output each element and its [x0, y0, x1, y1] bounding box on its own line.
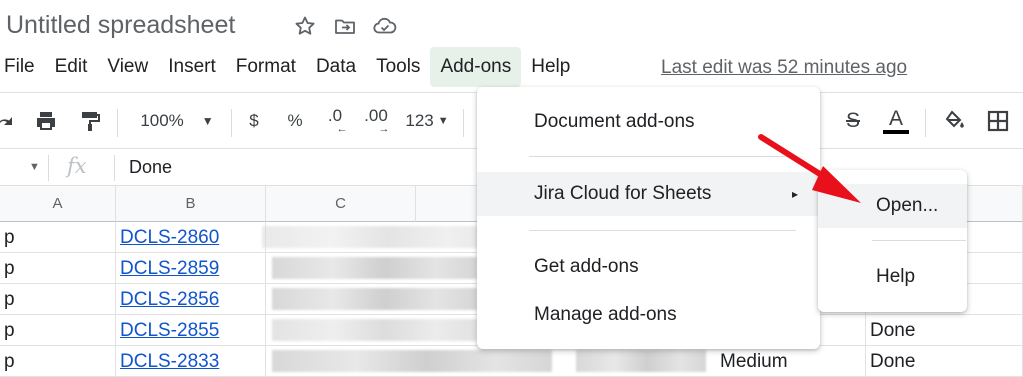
star-icon[interactable]	[291, 12, 319, 40]
cell-b[interactable]: DCLS-2860	[116, 222, 266, 253]
menu-file[interactable]: File	[0, 47, 45, 87]
redacted-text	[272, 288, 477, 310]
title-icons	[291, 12, 399, 40]
move-to-folder-icon[interactable]	[331, 12, 359, 40]
text-color-label: A	[888, 107, 903, 130]
borders-icon[interactable]	[985, 107, 1011, 135]
cell-a[interactable]: p	[0, 222, 116, 253]
arrow-left-icon: ←	[336, 123, 348, 135]
cell-e[interactable]: Medium	[716, 346, 866, 377]
redacted-text	[272, 350, 552, 372]
redacted-text	[262, 226, 492, 248]
chevron-down-icon: ▼	[437, 115, 449, 127]
menu-help[interactable]: Help	[521, 47, 580, 87]
name-box-chevron-icon[interactable]: ▼	[29, 161, 40, 173]
redo-icon[interactable]	[0, 107, 18, 135]
zoom-select[interactable]: 100% ▼	[132, 107, 222, 135]
submenu-arrow-icon: ▸	[791, 187, 798, 201]
menu-format[interactable]: Format	[226, 47, 306, 87]
print-icon[interactable]	[32, 107, 60, 135]
cell-a[interactable]: p	[0, 253, 116, 284]
paint-format-icon[interactable]	[76, 107, 104, 135]
decrease-decimal-button[interactable]: .0 ←	[322, 107, 348, 135]
fill-color-icon[interactable]	[942, 107, 968, 135]
menu-item-jira-cloud[interactable]: Jira Cloud for Sheets ▸	[477, 172, 820, 216]
document-title[interactable]: Untitled spreadsheet	[6, 11, 235, 40]
more-formats-label: 123	[405, 111, 434, 130]
cell-f[interactable]: Done	[866, 346, 1023, 377]
formula-bar-separator	[114, 155, 115, 181]
column-header-c[interactable]: C	[266, 186, 416, 222]
cloud-status-icon[interactable]	[371, 12, 399, 40]
menu-divider	[529, 156, 796, 157]
menu-divider	[872, 240, 966, 241]
issue-link[interactable]: DCLS-2833	[120, 351, 219, 372]
issue-link[interactable]: DCLS-2860	[120, 227, 219, 248]
addons-menu: Document add-ons Jira Cloud for Sheets ▸…	[477, 87, 820, 349]
menu-view[interactable]: View	[97, 47, 158, 87]
column-header-b[interactable]: B	[116, 186, 266, 222]
menu-tools[interactable]: Tools	[366, 47, 430, 87]
increase-decimal-button[interactable]: .00 →	[361, 107, 391, 135]
menu-data[interactable]: Data	[306, 47, 366, 87]
fx-icon: fx	[67, 154, 87, 178]
jira-submenu: Open... Help	[818, 170, 967, 312]
chevron-down-icon: ▼	[201, 114, 214, 128]
menu-divider	[529, 230, 796, 231]
increase-decimal-label: .00	[364, 106, 388, 125]
toolbar-separator	[463, 109, 464, 137]
cell-b[interactable]: DCLS-2859	[116, 253, 266, 284]
currency-button[interactable]: $	[244, 107, 264, 135]
formula-input[interactable]: Done	[129, 157, 172, 178]
cell-b[interactable]: DCLS-2855	[116, 315, 266, 346]
redacted-text	[576, 350, 706, 372]
menu-edit[interactable]: Edit	[45, 47, 98, 87]
text-color-swatch	[883, 130, 909, 134]
percent-button[interactable]: %	[284, 107, 306, 135]
cell-f[interactable]: Done	[866, 315, 1023, 346]
cell-a[interactable]: p	[0, 315, 116, 346]
arrow-right-icon: →	[378, 123, 390, 135]
decrease-decimal-label: .0	[327, 106, 343, 125]
menu-addons[interactable]: Add-ons	[430, 47, 522, 87]
column-header-a[interactable]: A	[0, 186, 116, 222]
redacted-text	[272, 257, 477, 279]
last-edit-link[interactable]: Last edit was 52 minutes ago	[661, 57, 907, 79]
table-row: p DCLS-2833 Medium Done	[0, 346, 1023, 377]
menu-item-jira-cloud-label: Jira Cloud for Sheets	[534, 183, 712, 204]
menu-item-manage-addons[interactable]: Manage add-ons	[477, 296, 820, 334]
toolbar-separator	[231, 109, 232, 137]
cell-b[interactable]: DCLS-2833	[116, 346, 266, 377]
issue-link[interactable]: DCLS-2855	[120, 320, 219, 341]
toolbar-separator	[117, 109, 118, 137]
menu-item-get-addons[interactable]: Get add-ons	[477, 248, 820, 286]
submenu-item-help[interactable]: Help	[818, 258, 967, 296]
issue-link[interactable]: DCLS-2856	[120, 289, 219, 310]
issue-link[interactable]: DCLS-2859	[120, 258, 219, 279]
more-formats-select[interactable]: 123 ▼	[402, 107, 452, 135]
toolbar-separator	[925, 109, 926, 137]
strikethrough-button[interactable]: S	[840, 107, 866, 135]
zoom-value: 100%	[140, 111, 184, 130]
formula-bar-separator	[48, 155, 49, 181]
redacted-text	[272, 319, 477, 341]
menu-insert[interactable]: Insert	[158, 47, 226, 87]
text-color-button[interactable]: A	[880, 107, 912, 135]
menu-item-document-addons[interactable]: Document add-ons	[477, 103, 820, 141]
submenu-item-open[interactable]: Open...	[818, 184, 967, 228]
cell-a[interactable]: p	[0, 346, 116, 377]
cell-a[interactable]: p	[0, 284, 116, 315]
menu-bar: File Edit View Insert Format Data Tools …	[0, 47, 580, 87]
cell-b[interactable]: DCLS-2856	[116, 284, 266, 315]
